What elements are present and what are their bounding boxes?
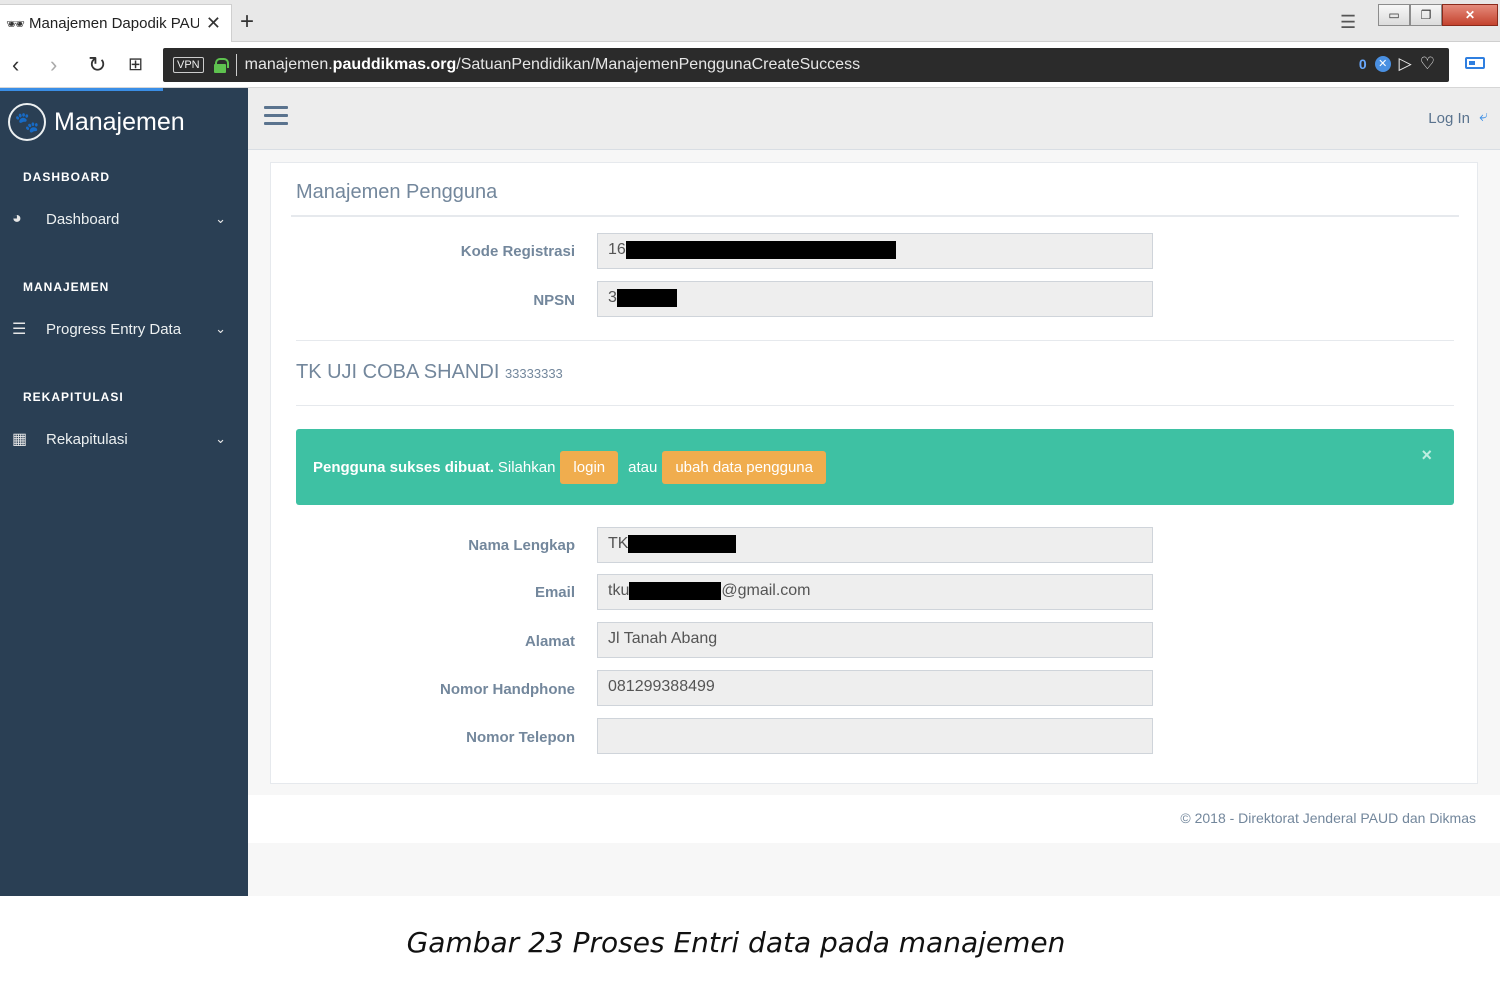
login-link[interactable]: Log In xyxy=(1428,110,1470,127)
chevron-down-icon: ⌄ xyxy=(215,211,226,226)
nomor-handphone-label: Nomor Handphone xyxy=(440,681,575,698)
alamat-field[interactable]: Jl Tanah Abang xyxy=(597,622,1153,658)
incognito-icon: 🕶 xyxy=(6,15,26,33)
close-tab-icon[interactable]: ✕ xyxy=(206,13,221,34)
footer: © 2018 - Direktorat Jenderal PAUD dan Di… xyxy=(248,795,1500,843)
brand[interactable]: 🐾 Manajemen xyxy=(8,103,185,141)
browser-toolbar: ‹ › ↻ ⊞ VPN manajemen.pauddikmas.org/Sat… xyxy=(0,42,1500,88)
email-field[interactable]: tku @gmail.com xyxy=(597,574,1153,610)
divider xyxy=(291,215,1459,217)
forward-button[interactable]: › xyxy=(50,52,57,78)
address-bar-actions: 0 ✕ ▷ ♡ xyxy=(1359,54,1435,74)
success-alert: Pengguna sukses dibuat. Silahkan login a… xyxy=(296,429,1454,505)
kode-registrasi-label: Kode Registrasi xyxy=(460,243,575,260)
npsn-label: NPSN xyxy=(533,292,575,309)
browser-tab[interactable]: 🕶 Manajemen Dapodik PAUI ✕ xyxy=(0,4,232,42)
table-icon: ▦ xyxy=(12,431,28,448)
top-navbar: Log In ⤶ xyxy=(248,88,1500,150)
vpn-badge[interactable]: VPN xyxy=(173,57,204,73)
redaction xyxy=(616,288,677,307)
nama-lengkap-label: Nama Lengkap xyxy=(468,537,575,554)
heart-icon[interactable]: ♡ xyxy=(1420,54,1435,74)
paw-icon: 🐾 xyxy=(8,103,46,141)
section-title-dashboard: DASHBOARD xyxy=(23,170,110,184)
nama-lengkap-field[interactable]: TK xyxy=(597,527,1153,563)
sidebar-item-label: Rekapitulasi xyxy=(46,430,128,448)
url-text[interactable]: manajemen.pauddikmas.org/SatuanPendidika… xyxy=(245,56,860,74)
minimize-button[interactable]: ▭ xyxy=(1378,4,1410,26)
back-button[interactable]: ‹ xyxy=(12,52,19,78)
speed-dial-icon[interactable]: ⊞ xyxy=(128,54,143,75)
window-close-button[interactable]: ✕ xyxy=(1442,4,1498,26)
sidebar-item-progress-entry-data[interactable]: ☰ Progress Entry Data ⌄ xyxy=(12,314,232,344)
nomor-telepon-label: Nomor Telepon xyxy=(466,729,575,746)
lock-icon[interactable] xyxy=(213,58,229,73)
school-name: TK UJI COBA SHANDI 33333333 xyxy=(296,361,563,383)
alamat-label: Alamat xyxy=(524,633,575,650)
battery-icon[interactable] xyxy=(1465,57,1485,69)
url-separator xyxy=(235,54,237,76)
redaction xyxy=(628,534,737,553)
sidebar-item-rekapitulasi[interactable]: ▦ Rekapitulasi ⌄ xyxy=(12,424,232,454)
kode-registrasi-field[interactable]: 16 xyxy=(597,233,1153,269)
loading-bar xyxy=(0,88,163,91)
server-icon: ☰ xyxy=(12,321,27,338)
section-title-rekapitulasi: REKAPITULASI xyxy=(23,390,124,404)
address-bar[interactable]: VPN manajemen.pauddikmas.org/SatuanPendi… xyxy=(163,48,1449,82)
nomor-telepon-field[interactable] xyxy=(597,718,1153,754)
sidebar-item-dashboard[interactable]: ◕ Dashboard ⌄ xyxy=(12,204,232,234)
alert-close-icon[interactable]: × xyxy=(1421,445,1432,466)
chevron-down-icon: ⌄ xyxy=(215,431,226,446)
alert-message: Pengguna sukses dibuat. xyxy=(313,458,494,476)
sidebar-item-label: Dashboard xyxy=(46,210,120,228)
send-icon[interactable]: ▷ xyxy=(1399,54,1412,74)
alert-atau: atau xyxy=(628,458,658,476)
nomor-handphone-field[interactable]: 081299388499 xyxy=(597,670,1153,706)
tachometer-icon: ◕ xyxy=(12,210,22,227)
brand-title: Manajemen xyxy=(54,107,185,136)
school-code: 33333333 xyxy=(504,366,563,381)
email-label: Email xyxy=(534,584,575,601)
sidebar: 🐾 Manajemen DASHBOARD ◕ Dashboard ⌄ MANA… xyxy=(0,88,248,896)
section-title-manajemen: MANAJEMEN xyxy=(23,280,110,294)
reload-button[interactable]: ↻ xyxy=(88,52,106,78)
chevron-down-icon: ⌄ xyxy=(215,321,226,336)
tab-title: Manajemen Dapodik PAUI xyxy=(29,15,200,32)
login-button[interactable]: login xyxy=(560,450,619,484)
sign-in-icon[interactable]: ⤶ xyxy=(1479,108,1488,126)
footer-copyright: © 2018 - Direktorat Jenderal PAUD dan Di… xyxy=(1180,810,1476,826)
window-controls: ▭ ❐ ✕ xyxy=(1378,4,1498,26)
divider xyxy=(296,405,1454,406)
restore-button[interactable]: ❐ xyxy=(1410,4,1442,26)
new-tab-button[interactable]: + xyxy=(240,8,254,36)
redaction xyxy=(625,240,896,259)
main-content: Log In ⤶ Manajemen Pengguna Kode Registr… xyxy=(248,88,1500,896)
divider xyxy=(296,340,1454,341)
user-management-panel: Manajemen Pengguna Kode Registrasi 16 NP… xyxy=(270,162,1478,784)
blocker-count: 0 xyxy=(1358,56,1367,72)
npsn-field[interactable]: 3 xyxy=(597,281,1153,317)
alert-text: Silahkan xyxy=(497,458,556,476)
menu-toggle-icon[interactable] xyxy=(264,106,288,126)
browser-tabbar: 🕶 Manajemen Dapodik PAUI ✕ + ☰ ▭ ❐ ✕ xyxy=(0,0,1500,42)
ad-blocker-icon[interactable]: ✕ xyxy=(1374,56,1391,72)
figure-caption: Gambar 23 Proses Entri data pada manajem… xyxy=(406,926,1066,959)
panel-title: Manajemen Pengguna xyxy=(296,181,498,203)
sidebar-item-label: Progress Entry Data xyxy=(46,320,182,338)
tab-menu-icon[interactable]: ☰ xyxy=(1340,12,1356,33)
redaction xyxy=(629,581,722,600)
edit-user-button[interactable]: ubah data pengguna xyxy=(662,450,826,484)
